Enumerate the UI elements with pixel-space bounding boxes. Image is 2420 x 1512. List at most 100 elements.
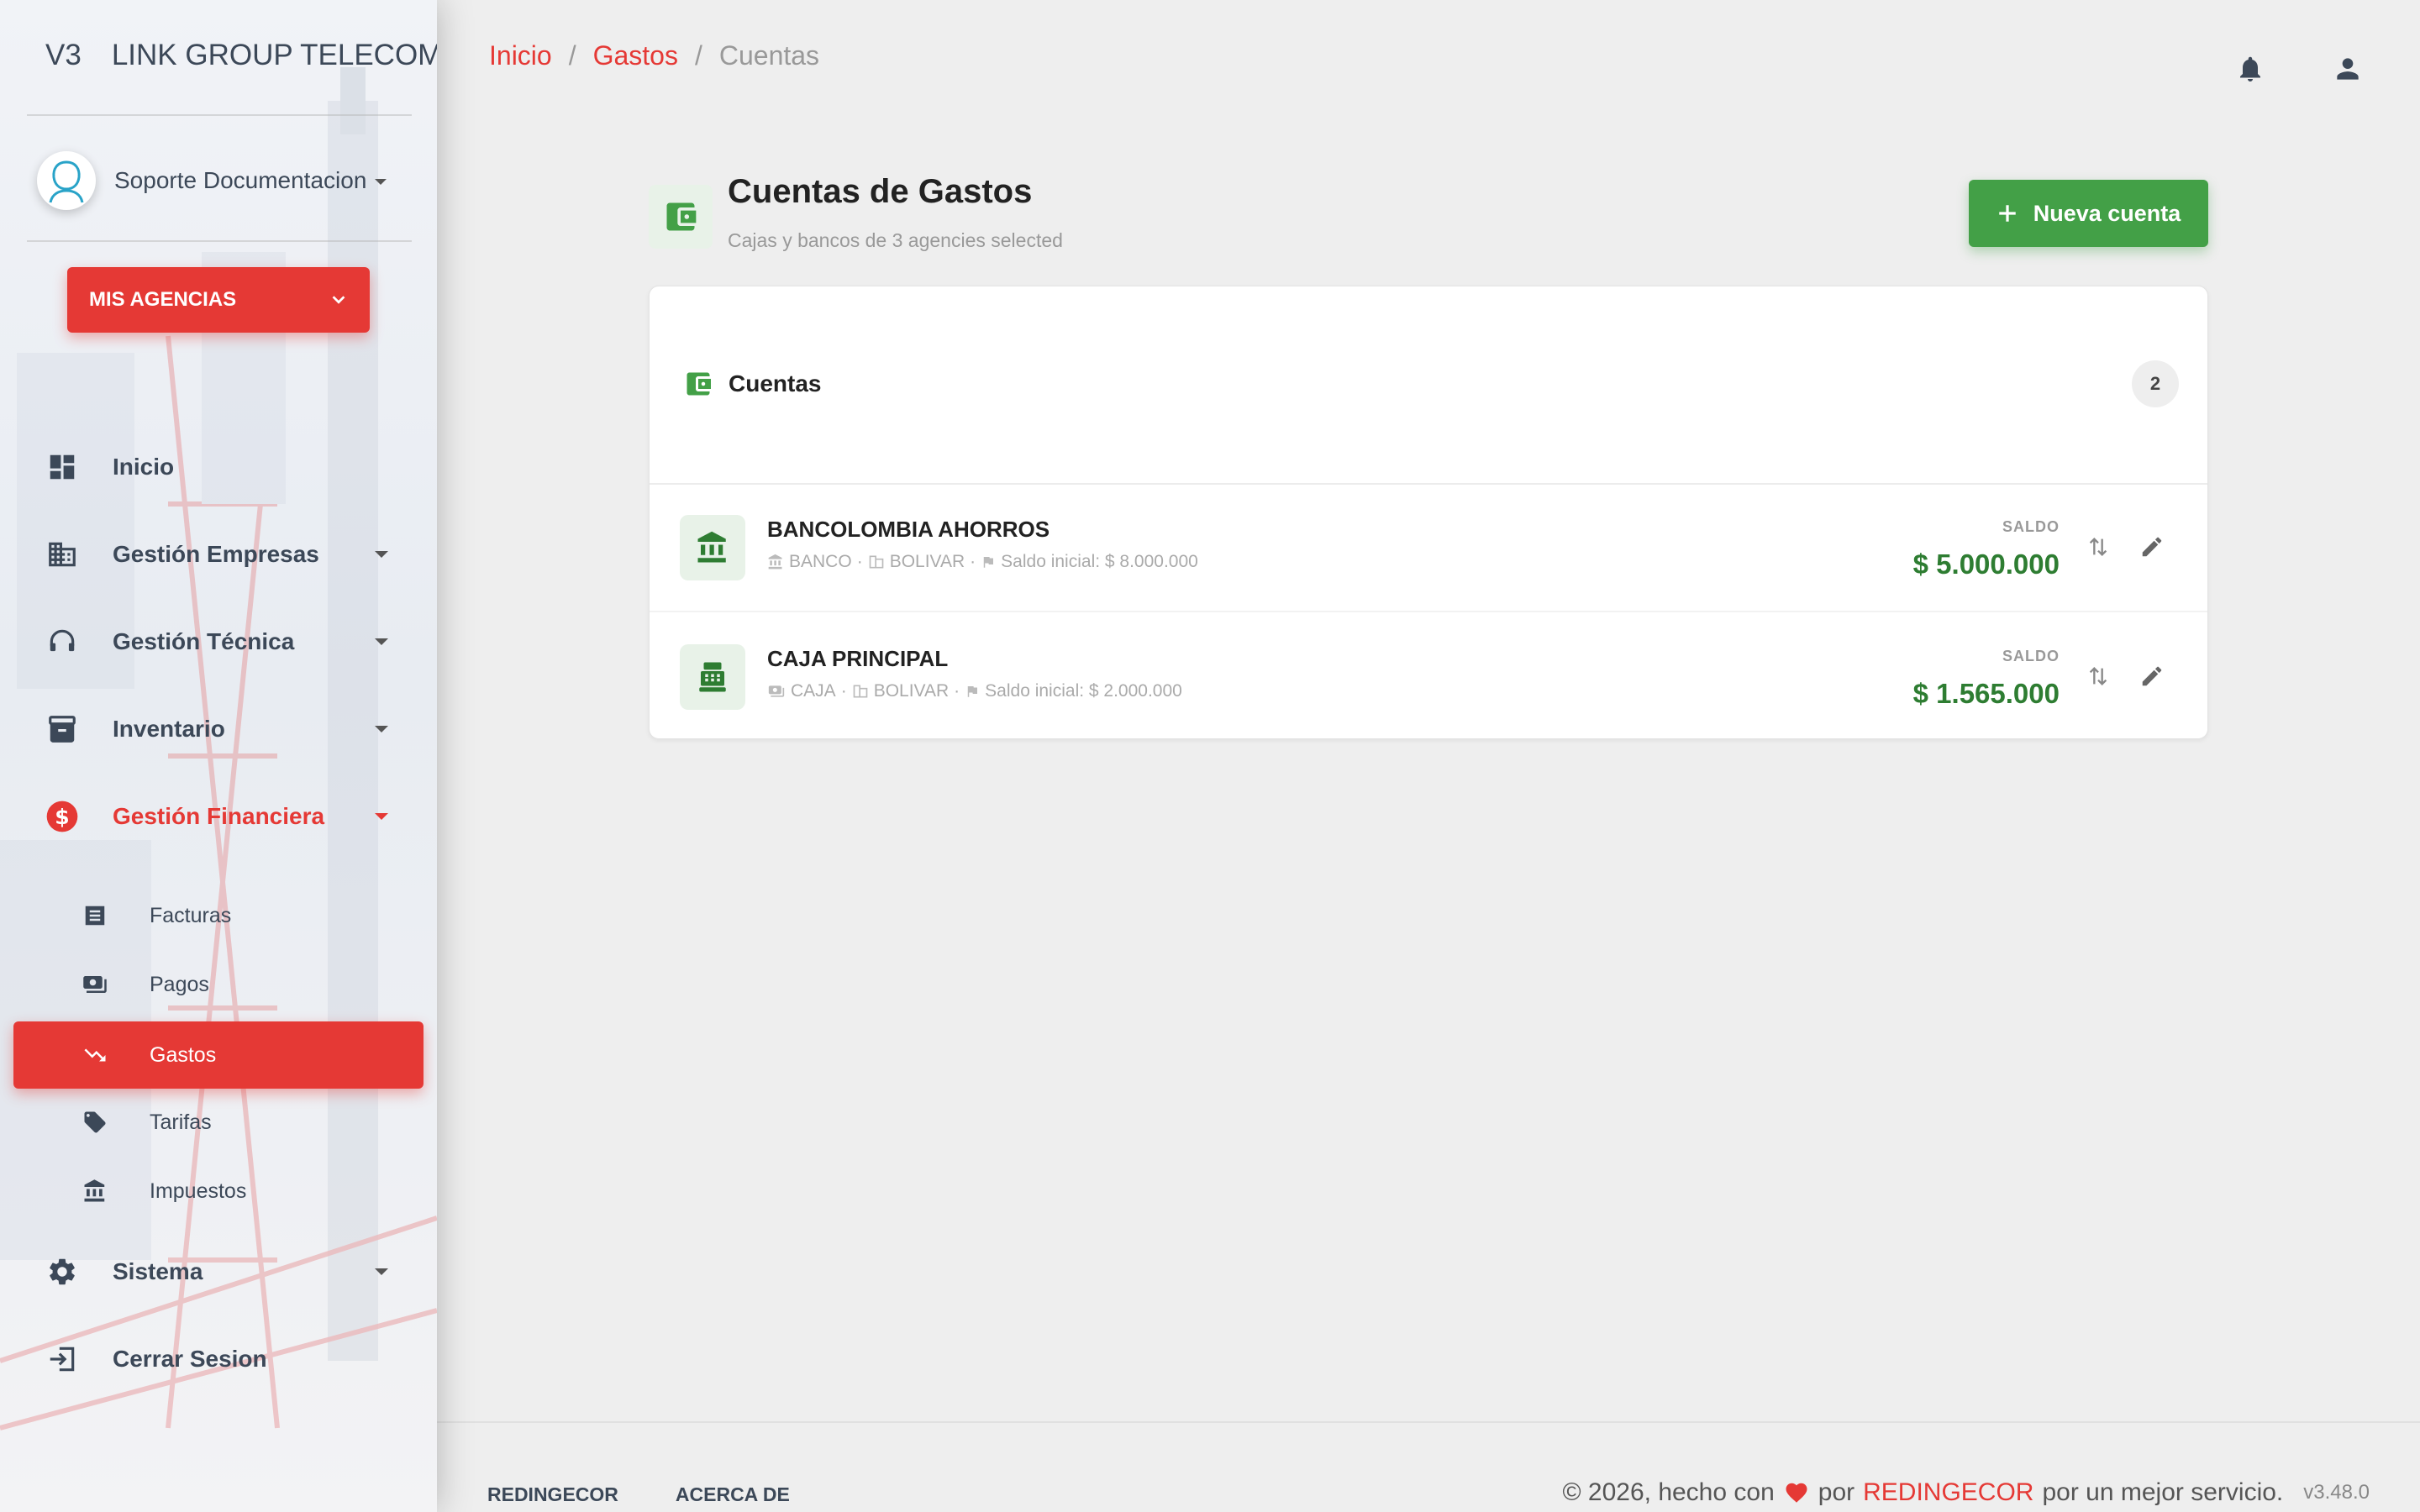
account-name: BANCOLOMBIA AHORROS [767,517,1050,542]
breadcrumb-current: Cuentas [718,40,820,71]
account-type: CAJA [791,681,836,701]
chevron-down-icon [375,638,388,645]
page-subtitle: Cajas y bancos de 3 agencies selected [728,229,1063,251]
tag-icon [81,1108,109,1137]
my-agencies-button[interactable]: MIS AGENCIAS [67,267,370,333]
account-agency: BOLIVAR [873,681,950,701]
building-icon [852,683,869,700]
nav-item-inicio[interactable]: Inicio [45,442,398,492]
cash-register-icon [680,644,745,710]
sub-item-impuestos[interactable]: Impuestos [81,1166,417,1216]
gear-icon [45,1255,79,1289]
new-account-label: Nueva cuenta [2033,200,2181,226]
footer-divider [437,1421,2420,1423]
account-initial-balance: Saldo inicial: $ 8.000.000 [1001,552,1198,571]
nav-label: Inicio [113,454,175,480]
sidebar-divider [27,114,412,116]
copyright-by: por [1818,1478,1855,1506]
flag-icon [981,554,996,570]
nav-label: Sistema [113,1258,203,1284]
nav-item-cerrar-sesion[interactable]: Cerrar Sesion [45,1334,398,1384]
account-person-icon[interactable] [2331,52,2365,86]
user-avatar-icon [49,160,84,203]
account-meta: BANCO · BOLIVAR · Saldo inicial: $ 8.000… [767,552,1198,572]
heart-icon [1786,1483,1807,1503]
meta-separator: · [840,681,847,701]
account-agency: BOLIVAR [889,552,965,571]
flag-icon [965,684,980,699]
accounts-card: Cuentas 2 BANCOLOMBIA AHORROS BANCO · BO… [649,286,2208,739]
account-row[interactable]: BANCOLOMBIA AHORROS BANCO · BOLIVAR · Sa… [650,485,2207,611]
chevron-down-icon [375,726,388,732]
bank-icon [81,1177,109,1205]
footer-link-acerca-de[interactable]: ACERCA DE [676,1483,790,1506]
count-badge: 2 [2132,360,2179,407]
saldo-label: SALDO [2002,518,2060,535]
notifications-bell-icon[interactable] [2233,52,2267,86]
page-title: Cuentas de Gastos [728,173,1033,210]
footer-copyright: © 2026, hecho con por REDINGECOR por un … [1562,1478,2370,1507]
sub-item-gastos[interactable]: Gastos [81,1030,417,1080]
nav-label: Gestión Técnica [113,628,295,654]
headset-icon [45,625,79,659]
chevron-up-icon [375,813,388,820]
plus-icon [1998,205,2016,222]
sub-item-tarifas[interactable]: Tarifas [81,1097,417,1147]
card-header: Cuentas 2 [683,360,2179,407]
nav-item-sistema[interactable]: Sistema [45,1247,398,1297]
account-name: CAJA PRINCIPAL [767,646,949,671]
logo[interactable]: V3 LINK GROUP TELECOMUNICACIONES [45,39,437,72]
account-type: BANCO [789,552,852,571]
bank-icon [680,515,745,580]
edit-pencil-icon[interactable] [2137,532,2167,562]
copyright-prefix: © 2026, hecho con [1562,1478,1775,1506]
account-meta: CAJA · BOLIVAR · Saldo inicial: $ 2.000.… [767,681,1182,701]
nav-item-inventario[interactable]: Inventario [45,704,398,754]
sidebar-divider [27,240,412,242]
nav-label: Gestión Financiera [113,803,325,829]
edit-pencil-icon[interactable] [2137,661,2167,691]
footer-brand-link[interactable]: REDINGECOR [1863,1478,2033,1507]
nav-label: Inventario [113,716,225,742]
my-agencies-label: MIS AGENCIAS [89,288,237,311]
dashboard-icon [45,450,79,484]
user-name: Soporte Documentacion [114,167,387,194]
nav-item-gestion-tecnica[interactable]: Gestión Técnica [45,617,398,667]
breadcrumb: Inicio / Gastos / Cuentas [489,40,819,71]
new-account-button[interactable]: Nueva cuenta [1969,180,2208,247]
breadcrumb-gastos[interactable]: Gastos [593,40,678,71]
chevron-down-icon [375,179,387,186]
sub-item-facturas[interactable]: Facturas [81,890,417,941]
account-row[interactable]: CAJA PRINCIPAL CAJA · BOLIVAR · Saldo in… [650,614,2207,740]
transfer-icon[interactable] [2083,661,2113,691]
account-balance: $ 1.565.000 [1912,678,2060,709]
page-header: Cuentas de Gastos Cajas y bancos de 3 ag… [649,171,1063,252]
row-divider [650,611,2207,612]
saldo-label: SALDO [2002,648,2060,664]
bank-icon [767,554,784,570]
breadcrumb-inicio[interactable]: Inicio [489,40,552,71]
sub-label: Facturas [150,903,232,927]
meta-separator: · [856,552,863,571]
wallet-icon [687,372,711,396]
chevron-down-icon [375,1268,388,1275]
sub-label: Impuestos [150,1179,247,1203]
account-initial-balance: Saldo inicial: $ 2.000.000 [985,681,1182,701]
footer-links: REDINGECOR ACERCA DE [487,1483,790,1506]
footer-link-redingecor[interactable]: REDINGECOR [487,1483,618,1506]
nav-label: Cerrar Sesion [113,1346,267,1372]
logo-brand: LINK GROUP TELECOMUNICACIONES [111,39,437,71]
breadcrumb-separator: / [568,40,576,71]
nav-item-gestion-financiera[interactable]: $ Gestión Financiera [45,791,398,842]
trending-down-icon [81,1041,109,1069]
dollar-icon: $ [45,800,79,833]
meta-separator: · [954,681,960,701]
nav-item-gestion-empresas[interactable]: Gestión Empresas [45,529,398,580]
sub-label: Tarifas [150,1110,212,1134]
transfer-icon[interactable] [2083,532,2113,562]
sub-item-pagos[interactable]: Pagos [81,959,417,1010]
chevron-down-icon [332,296,345,304]
app-version: v3.48.0 [2303,1481,2370,1504]
user-menu[interactable]: Soporte Documentacion [37,151,387,210]
wallet-icon [649,185,713,249]
